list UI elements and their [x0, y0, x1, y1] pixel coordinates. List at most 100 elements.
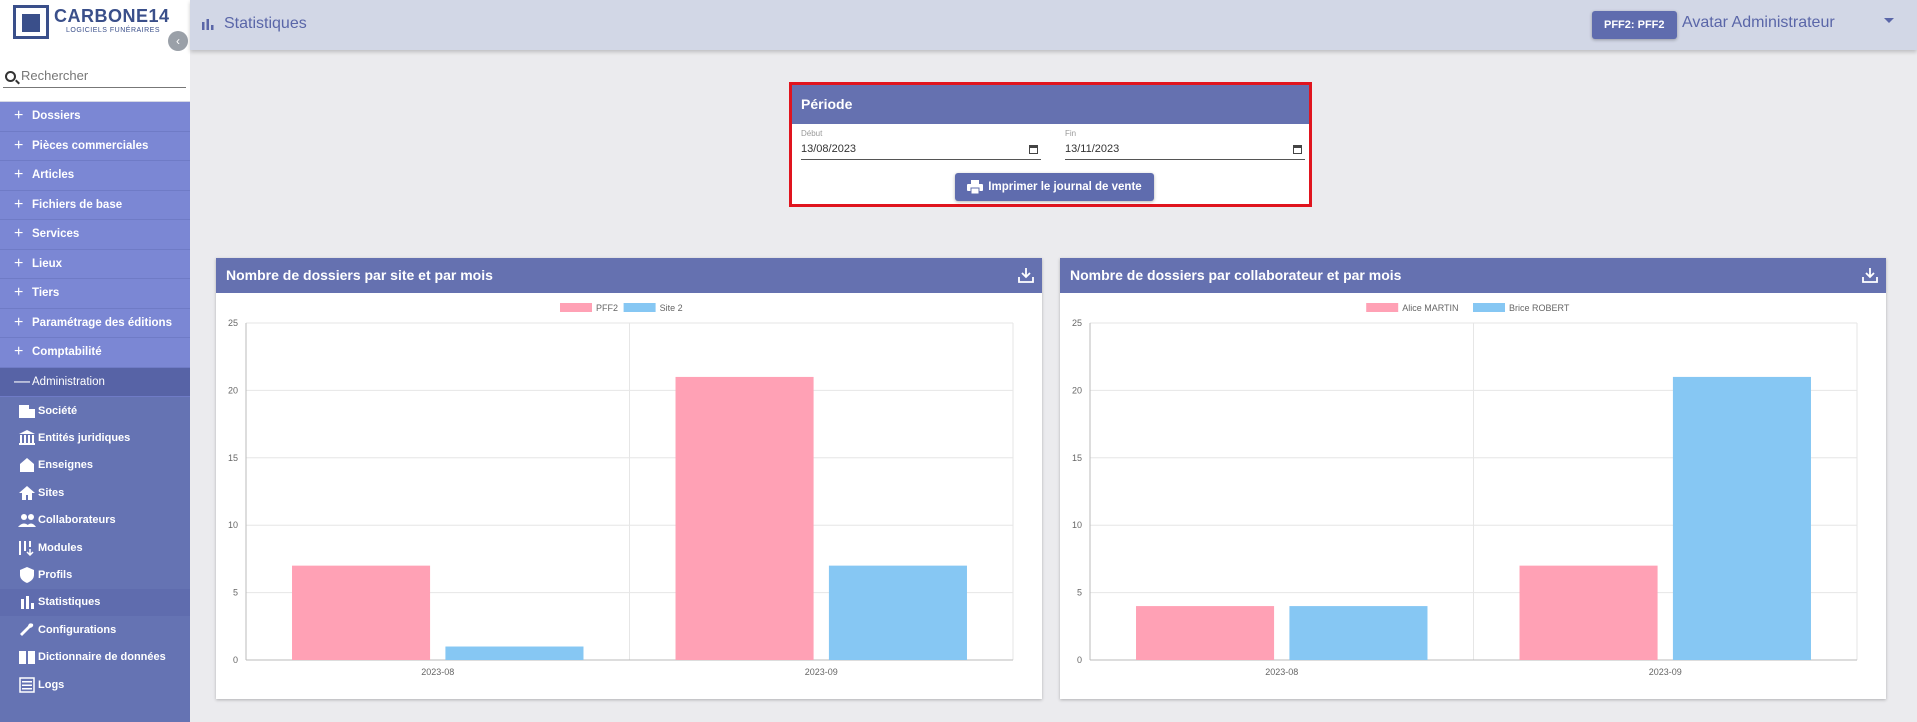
y-tick-label: 10 [1072, 520, 1082, 530]
plus-icon: + [14, 254, 24, 272]
chart-card-sites: Nombre de dossiers par site et par mois … [216, 258, 1042, 699]
building-icon [19, 404, 35, 418]
y-tick-label: 15 [1072, 453, 1082, 463]
search-input[interactable] [3, 64, 186, 88]
sidebar-subitem-label: Collaborateurs [38, 514, 116, 527]
sidebar: CARBONE14 LOGICIELS FUNÉRAIRES ‹ + Dossie… [0, 0, 190, 722]
periode-card: Période Début 13/08/2023 Fin 13/11/2023 … [789, 82, 1312, 207]
bar-chart: 0 5 10 15 20 25 2023-08 2023-09 PFF2 Site 2 [228, 303, 1014, 677]
calendar-icon[interactable] [1293, 145, 1302, 154]
sidebar-subitem-label: Modules [38, 541, 83, 554]
start-date-field[interactable]: Début 13/08/2023 [801, 127, 1041, 160]
sidebar-item-label: Dossiers [32, 110, 81, 123]
sidebar-subitem-label: Configurations [38, 623, 117, 636]
sidebar-subitem-label: Entités juridiques [38, 432, 131, 445]
plus-icon: + [14, 107, 24, 125]
sidebar-item-label: Paramétrage des éditions [32, 316, 172, 329]
sidebar-item-dossiers[interactable]: + Dossiers [0, 102, 190, 132]
bar [675, 376, 814, 660]
bar-chart: 0 5 10 15 20 25 2023-08 2023-09 Alice MARTIN Bric… [1072, 303, 1858, 677]
sidebar-item-lieux[interactable]: + Lieux [0, 249, 190, 279]
page-title: Statistiques [224, 15, 307, 32]
sidebar-item-label: Pièces commerciales [32, 139, 149, 152]
legend-swatch [560, 303, 592, 312]
end-date-label: Fin [1065, 129, 1077, 138]
print-sales-journal-button[interactable]: Imprimer le journal de vente [955, 173, 1154, 201]
logo-text: CARBONE14 [54, 6, 170, 26]
sidebar-item-comptabilite[interactable]: + Comptabilité [0, 338, 190, 368]
sidebar-subitem-enseignes[interactable]: Enseignes [0, 452, 190, 479]
sidebar-subitem-label: Profils [38, 569, 73, 582]
storefront-icon [20, 458, 34, 473]
print-label: Imprimer le journal de vente [988, 181, 1142, 193]
site-selector-button[interactable]: PFF2: PFF2 [1592, 11, 1677, 39]
sidebar-menu: + Dossiers + Pièces commerciales + Articles + F… [0, 102, 190, 698]
sidebar-item-label: Administration [32, 375, 105, 388]
legend-swatch [1366, 303, 1399, 312]
bar [1519, 565, 1658, 660]
sidebar-subitem-statistiques[interactable]: Statistiques [0, 588, 190, 617]
download-icon[interactable] [1018, 267, 1034, 283]
sidebar-subitem-configurations[interactable]: Configurations [0, 616, 190, 643]
bar [292, 565, 431, 660]
x-tick-label: 2023-08 [1265, 667, 1298, 677]
search-area [0, 60, 190, 102]
plus-icon: + [14, 343, 24, 361]
sidebar-subitem-sites[interactable]: Sites [0, 479, 190, 506]
logo-icon [13, 5, 49, 39]
top-bar: Statistiques PFF2: PFF2 Avatar Administr… [190, 0, 1917, 50]
collapse-sidebar-button[interactable]: ‹ [168, 31, 188, 51]
sidebar-subitem-logs[interactable]: Logs [0, 671, 190, 698]
minus-icon: — [14, 372, 30, 390]
periode-title: Période [792, 85, 1309, 124]
start-date-value[interactable]: 13/08/2023 [801, 143, 856, 155]
sidebar-subitem-entites-juridiques[interactable]: Entités juridiques [0, 424, 190, 451]
sidebar-item-pieces-commerciales[interactable]: + Pièces commerciales [0, 131, 190, 161]
sidebar-item-tiers[interactable]: + Tiers [0, 279, 190, 309]
bar [1289, 606, 1428, 660]
plus-icon: + [14, 284, 24, 302]
sidebar-subitem-collaborateurs[interactable]: Collaborateurs [0, 507, 190, 534]
chart-title: Nombre de dossiers par site et par mois [216, 258, 1042, 293]
plus-icon: + [14, 136, 24, 154]
sidebar-item-fichiers-de-base[interactable]: + Fichiers de base [0, 190, 190, 220]
institution-icon [19, 430, 35, 446]
sidebar-item-parametrage-des-editions[interactable]: + Paramétrage des éditions [0, 308, 190, 338]
sidebar-item-label: Fichiers de base [32, 198, 123, 211]
sidebar-subitem-modules[interactable]: Modules [0, 534, 190, 561]
bar [828, 565, 967, 660]
end-date-value[interactable]: 13/11/2023 [1065, 143, 1119, 155]
x-tick-label: 2023-08 [421, 667, 454, 677]
chevron-down-icon[interactable] [1884, 18, 1894, 23]
sidebar-item-articles[interactable]: + Articles [0, 161, 190, 191]
end-date-field[interactable]: Fin 13/11/2023 [1065, 127, 1305, 160]
download-icon[interactable] [1862, 267, 1878, 283]
y-tick-label: 0 [233, 655, 238, 665]
logo-subtitle: LOGICIELS FUNÉRAIRES [66, 27, 161, 34]
sidebar-item-services[interactable]: + Services [0, 220, 190, 250]
x-tick-label: 2023-09 [1649, 667, 1682, 677]
sidebar-subitem-dictionnaire-de-donnees[interactable]: Dictionnaire de données [0, 644, 190, 671]
legend-label: Site 2 [660, 303, 683, 313]
wrench-icon [20, 623, 34, 636]
logo-area: CARBONE14 LOGICIELS FUNÉRAIRES ‹ [0, 0, 190, 60]
calendar-icon[interactable] [1029, 145, 1038, 154]
x-tick-label: 2023-09 [805, 667, 838, 677]
sidebar-subitem-label: Sites [38, 486, 65, 499]
sidebar-item-label: Articles [32, 169, 75, 182]
chart-card-collaborateurs: Nombre de dossiers par collaborateur et … [1060, 258, 1886, 699]
home-icon [19, 485, 35, 500]
avatar[interactable]: Avatar Administrateur [1682, 14, 1835, 32]
start-date-label: Début [801, 129, 823, 138]
book-icon [19, 651, 35, 665]
plus-icon: + [14, 166, 24, 184]
sidebar-subitem-societe[interactable]: Société [0, 397, 190, 424]
sidebar-item-administration[interactable]: — Administration [0, 367, 190, 397]
shield-icon [20, 567, 34, 584]
legend-label: Alice MARTIN [1402, 303, 1458, 313]
y-tick-label: 20 [228, 385, 238, 395]
bar-chart-icon [21, 596, 34, 610]
plus-icon: + [14, 313, 24, 331]
sidebar-subitem-profils[interactable]: Profils [0, 561, 190, 588]
bar [1136, 606, 1275, 660]
